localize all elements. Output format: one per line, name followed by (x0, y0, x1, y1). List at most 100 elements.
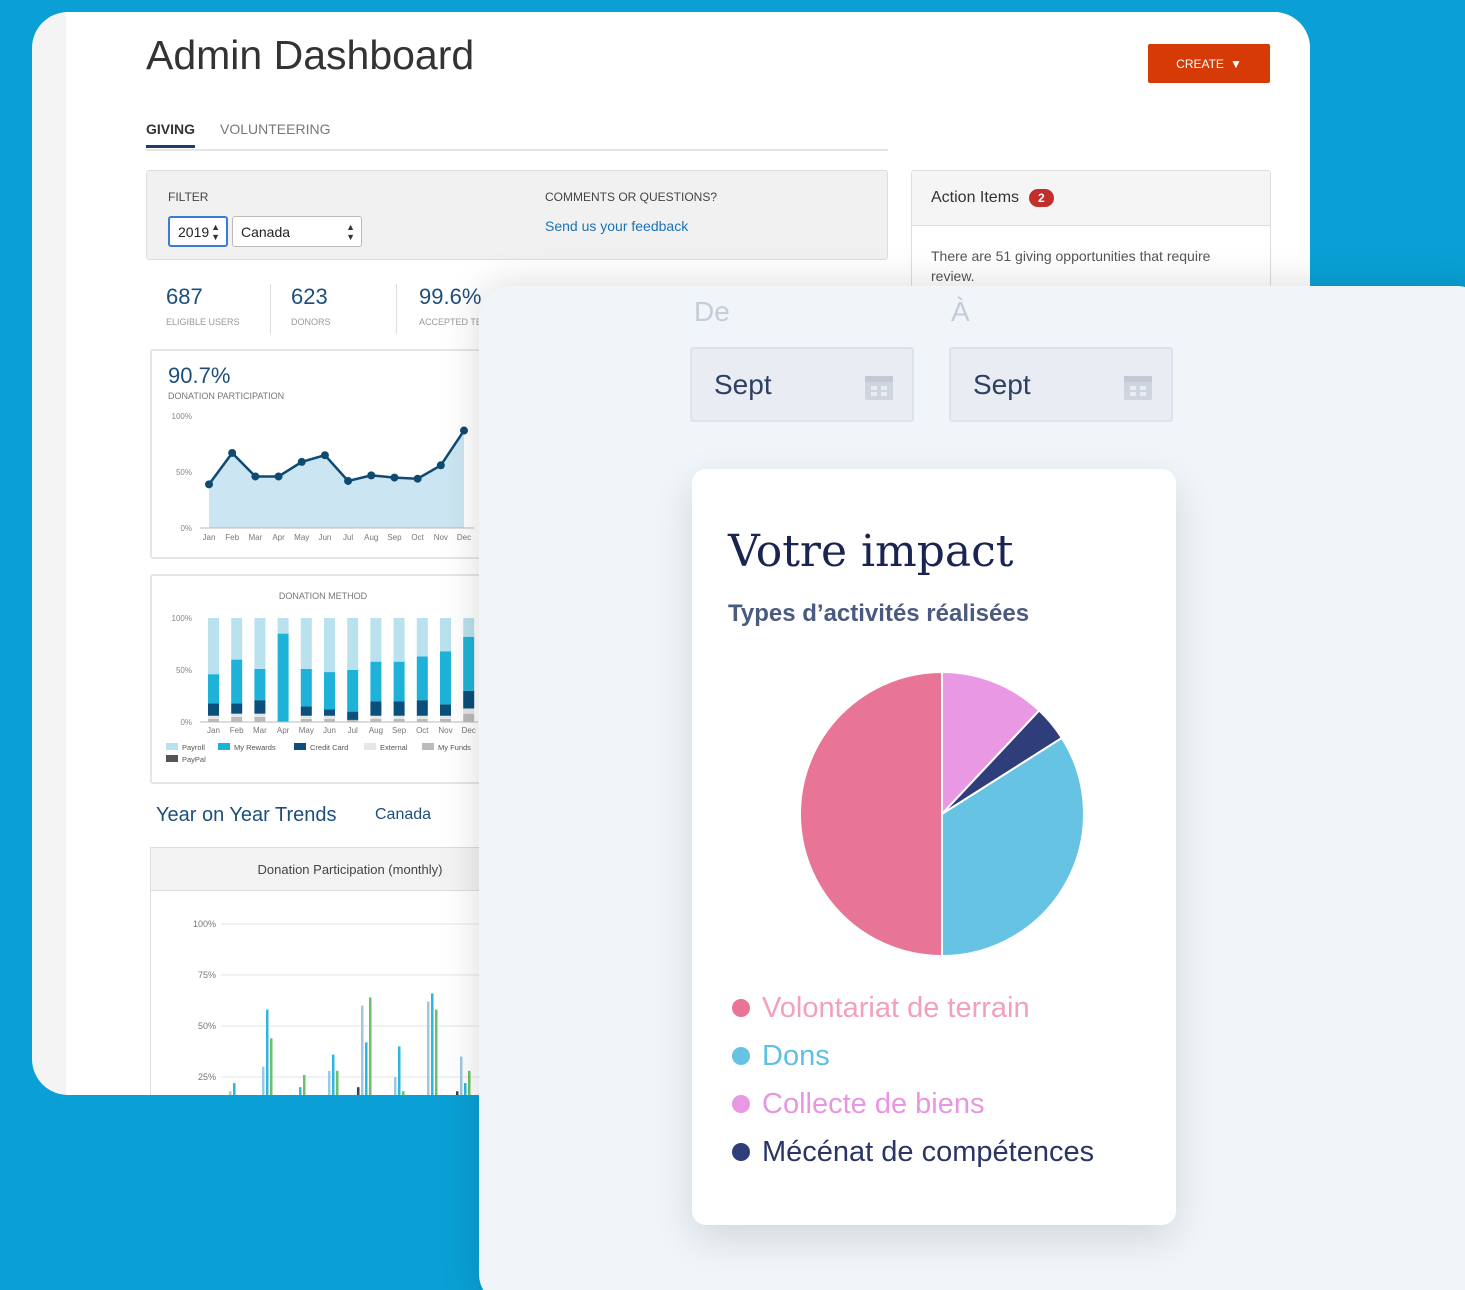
bar-segment (370, 618, 382, 662)
calendar-icon[interactable] (864, 373, 894, 401)
x-tick-label: May (294, 533, 309, 542)
donation-method-chart: DONATION METHOD 100% 50% 0% Jan Feb Mar Apr May J… (166, 591, 478, 764)
y-tick-label: 100% (172, 412, 192, 421)
year-select-value: 2019 (178, 223, 210, 240)
x-tick-label: Apr (277, 726, 290, 735)
bar-segment (393, 701, 405, 716)
yoy-bar (456, 1091, 459, 1095)
x-tick-label: Sep (392, 726, 407, 735)
stat-divider (270, 284, 271, 334)
bar-segment (393, 715, 405, 719)
x-tick-label: Nov (434, 533, 448, 542)
x-tick-label: Oct (416, 726, 429, 735)
data-point (436, 461, 445, 470)
legend-label: Collecte de biens (762, 1087, 985, 1120)
bar-segment (463, 618, 475, 637)
trends-country[interactable]: Canada (375, 806, 431, 824)
data-point (344, 476, 353, 485)
bar-segment (416, 656, 428, 701)
yoy-bar (402, 1091, 405, 1095)
bar-segment (324, 709, 335, 716)
bar-segment (324, 618, 335, 673)
legend-item: Mécénat de compétences (732, 1128, 1094, 1176)
yoy-bar (357, 1087, 360, 1095)
from-date-input[interactable]: Sept (690, 347, 914, 422)
tab-giving[interactable]: GIVING (146, 121, 196, 148)
action-items-count-badge: 2 (1029, 189, 1054, 207)
bar-segment (440, 704, 451, 716)
chart-title: DONATION METHOD (279, 591, 368, 601)
stat-donors: 623 DONORS (291, 284, 331, 327)
y-tick-label: 50% (198, 1021, 216, 1031)
bar-segment (370, 715, 382, 719)
bar-segment (300, 668, 312, 707)
x-tick-label: Feb (225, 533, 239, 542)
legend-swatch (364, 743, 376, 750)
x-tick-label: Jul (343, 533, 353, 542)
bar-segment (347, 618, 359, 670)
legend-label: My Rewards (234, 743, 276, 752)
action-items-panel: Action Items 2 There are 51 giving oppor… (911, 170, 1271, 300)
caret-down-icon: ▼ (1229, 56, 1242, 71)
legend-label: PayPal (182, 755, 206, 764)
legend-label: External (380, 743, 408, 752)
bar-segment (231, 618, 243, 660)
legend-label: Credit Card (310, 743, 348, 752)
bar-segment (347, 711, 359, 720)
y-tick-label: 50% (176, 468, 192, 477)
bar-segment (254, 618, 266, 669)
create-button-label: CREATE (1176, 56, 1224, 71)
from-date-label: De (694, 296, 730, 327)
legend-dot-icon (732, 1095, 750, 1113)
yoy-bar (270, 1038, 273, 1095)
filter-label: FILTER (168, 190, 209, 204)
yoy-bar (266, 1009, 269, 1095)
yoy-bar (229, 1091, 232, 1095)
bar-segment (324, 715, 335, 719)
x-tick-label: Nov (438, 726, 452, 735)
yoy-bar (328, 1070, 331, 1095)
calendar-icon[interactable] (1123, 373, 1153, 401)
bar-segment (231, 659, 243, 704)
x-tick-label: Jan (207, 726, 220, 735)
bar-segment (393, 618, 405, 662)
legend-swatch (166, 755, 178, 762)
bar-segment (231, 713, 243, 717)
bar-segment (416, 618, 428, 657)
yoy-bar (460, 1056, 463, 1095)
yoy-bar (427, 1001, 430, 1095)
participation-chart-card: 90.7% DONATION PARTICIPATION 100% 50% 0% Ja… (150, 349, 496, 559)
tab-volunteering[interactable]: VOLUNTEERING (220, 121, 330, 137)
impact-panel: Votre impact Types d’activités réalisées… (692, 469, 1176, 1225)
bar-segment (440, 651, 451, 705)
x-tick-label: Dec (462, 726, 476, 735)
x-tick-label: Aug (369, 726, 383, 735)
yoy-bar (262, 1066, 265, 1095)
yoy-bar (369, 997, 372, 1095)
x-tick-label: Mar (248, 533, 262, 542)
y-tick-label: 50% (176, 666, 192, 675)
donation-method-chart-card: DONATION METHOD 100% 50% 0% Jan Feb Mar Apr May J… (150, 574, 496, 784)
country-select[interactable]: Canada ▲ ▼ (232, 216, 362, 247)
yoy-bar (332, 1054, 335, 1095)
feedback-link[interactable]: Send us your feedback (545, 218, 688, 234)
yoy-bar (303, 1074, 306, 1095)
x-tick-label: Dec (457, 533, 471, 542)
yoy-bar (336, 1070, 339, 1095)
bar-segment (324, 672, 335, 710)
yoy-bar (398, 1046, 401, 1095)
legend-dot-icon (732, 999, 750, 1017)
to-date-input[interactable]: Sept (949, 347, 1173, 422)
yoy-bar (361, 1005, 364, 1095)
bar-segment (300, 706, 312, 716)
bar-segment (231, 703, 243, 714)
create-button[interactable]: CREATE ▼ (1148, 44, 1270, 83)
yoy-bar (435, 1009, 438, 1095)
yoy-bar (233, 1083, 236, 1095)
stat-divider (396, 284, 397, 334)
bar-segment (463, 713, 475, 722)
year-select[interactable]: 2019 ▲ ▼ (168, 216, 228, 247)
data-point (390, 473, 399, 482)
legend-swatch (166, 743, 178, 750)
stat-value: 687 (166, 284, 203, 309)
